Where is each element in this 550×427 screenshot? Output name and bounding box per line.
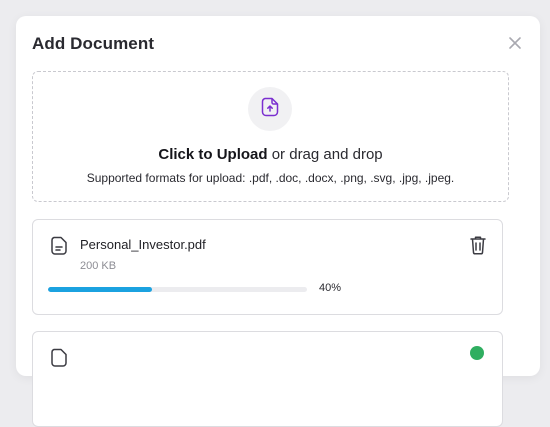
supported-formats-text: Supported formats for upload: .pdf, .doc…	[86, 171, 455, 185]
upload-progress-bar	[48, 287, 307, 292]
file-name: Personal_Investor.pdf	[80, 237, 206, 252]
upload-icon-circle	[248, 87, 292, 131]
upload-instructions: Click to Upload or drag and drop	[33, 146, 508, 163]
document-icon	[48, 347, 70, 369]
document-icon	[48, 235, 70, 257]
upload-progress-fill	[48, 287, 152, 292]
file-size: 200 KB	[80, 260, 117, 272]
drag-drop-text: or drag and drop	[271, 146, 383, 163]
upload-dropzone[interactable]: Click to Upload or drag and drop Support…	[32, 71, 509, 202]
modal-title: Add Document	[32, 34, 155, 53]
trash-icon[interactable]	[468, 234, 488, 256]
click-to-upload-link[interactable]: Click to Upload	[158, 146, 267, 163]
file-card	[32, 331, 503, 427]
close-icon[interactable]	[508, 36, 522, 50]
upload-progress-percent: 40%	[319, 282, 342, 294]
file-card: Personal_Investor.pdf 200 KB 40%	[32, 219, 503, 315]
check-circle-icon	[470, 346, 484, 360]
upload-file-icon	[259, 96, 281, 123]
add-document-modal: Add Document Click to Upload or drag and…	[16, 16, 540, 427]
